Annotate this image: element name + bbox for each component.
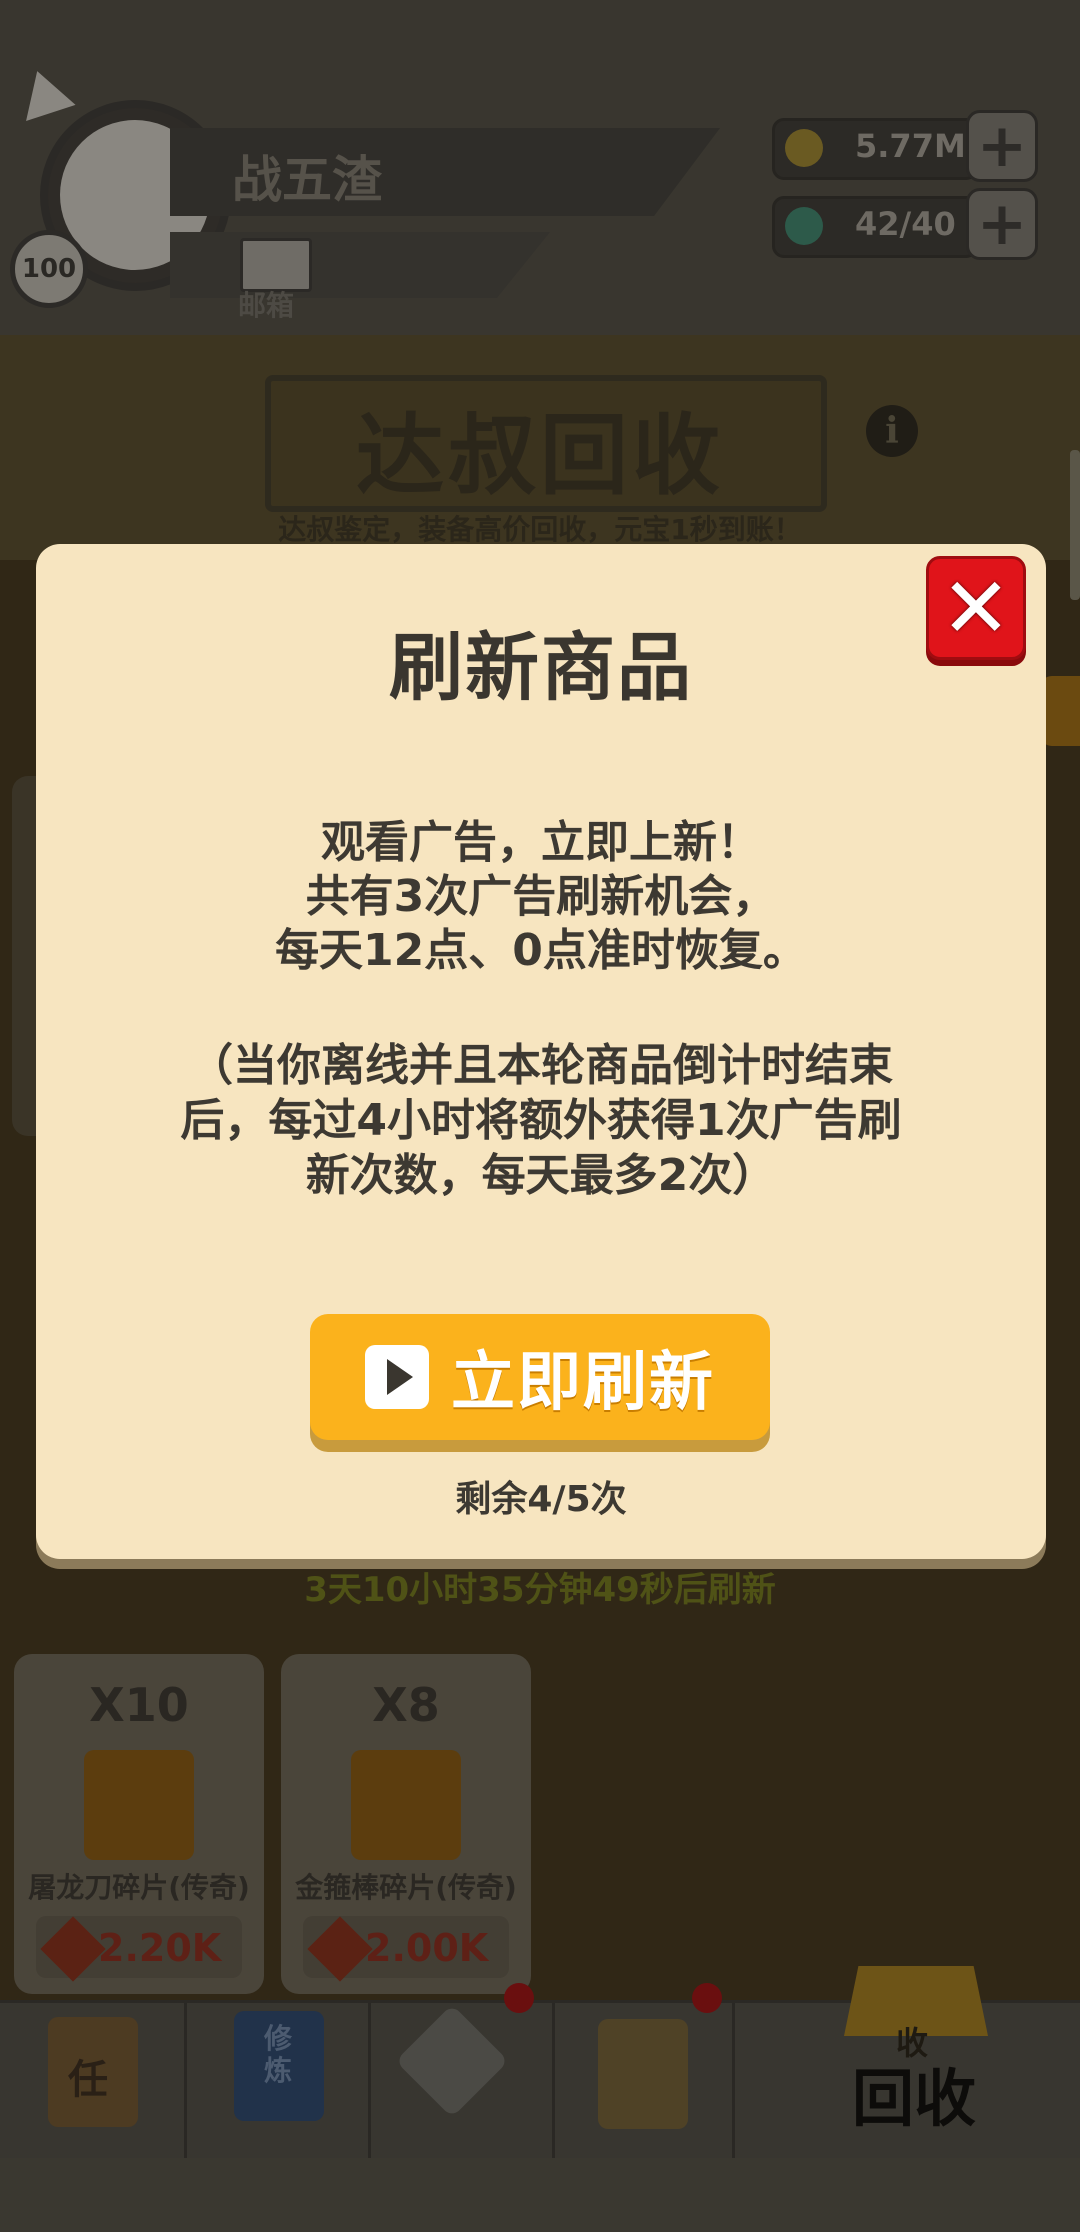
body-line: 共有3次广告刷新机会， <box>305 871 777 922</box>
player-name: 战五渣 <box>232 151 382 209</box>
nav-battle[interactable] <box>368 1983 555 2161</box>
item-count: X10 <box>89 1678 189 1732</box>
coin-value: 5.77M <box>855 127 966 165</box>
recycle-label[interactable]: 回收 <box>852 2048 976 2138</box>
scrollbar[interactable] <box>1070 450 1080 600</box>
banner-subtitle: 达叔鉴定，装备高价回收，元宝1秒到账！ <box>278 513 802 546</box>
system-bar <box>0 2158 1080 2232</box>
add-coins-button[interactable]: + <box>966 110 1038 182</box>
refresh-timer: 3天10小时35分钟49秒后刷新 <box>304 1570 776 1610</box>
refresh-now-button[interactable]: 立即刷新 <box>310 1314 770 1440</box>
price-value: 2.20K <box>98 1926 222 1970</box>
coin-counter: 5.77M <box>772 118 978 180</box>
cultivate-glyph: 修炼 <box>264 2022 293 2087</box>
dialog-title: 刷新商品 <box>389 625 693 711</box>
item-price[interactable]: 2.20K <box>36 1916 242 1982</box>
side-tab[interactable] <box>1040 676 1080 746</box>
gem-counter: 42/40 <box>772 196 978 258</box>
notification-dot <box>504 1983 534 2013</box>
refresh-dialog: 刷新商品 观看广告，立即上新！ 共有3次广告刷新机会， 每天12点、0点准时恢复… <box>36 544 1046 1559</box>
notification-dot <box>692 1983 722 2013</box>
nav-cultivate[interactable]: 修炼 <box>184 2003 371 2161</box>
shop-item-card[interactable]: X10 屠龙刀碎片(传奇) 2.20K <box>14 1654 264 1994</box>
nav-equipment[interactable] <box>552 1983 735 2161</box>
banner-title: 达叔回收 <box>355 404 724 507</box>
dialog-note: （当你离线并且本轮商品倒计时结束 后，每过4小时将额外获得1次广告刷 新次数，每… <box>36 1038 1046 1203</box>
dialog-body: 观看广告，立即上新！ 共有3次广告刷新机会， 每天12点、0点准时恢复。 <box>36 816 1046 978</box>
task-glyph: 任 <box>68 2057 108 2103</box>
shop-item-card[interactable]: X8 金箍棒碎片(传奇) 2.00K <box>281 1654 531 1994</box>
mail-label[interactable]: 邮箱 <box>238 284 294 324</box>
note-line: 后，每过4小时将额外获得1次广告刷 <box>180 1095 902 1146</box>
item-name: 金箍棒碎片(传奇) <box>295 1871 517 1904</box>
item-price[interactable]: 2.00K <box>303 1916 509 1982</box>
item-name: 屠龙刀碎片(传奇) <box>28 1871 250 1904</box>
body-line: 每天12点、0点准时恢复。 <box>275 925 807 976</box>
info-icon[interactable]: i <box>866 405 918 457</box>
nav-task[interactable]: 任 <box>0 2003 187 2161</box>
dragon-sword-fragment-icon <box>84 1750 194 1860</box>
remaining-count: 剩余4/5次 <box>455 1479 627 1520</box>
golden-staff-fragment-icon <box>351 1750 461 1860</box>
ingot-icon <box>307 1916 373 1982</box>
note-line: （当你离线并且本轮商品倒计时结束 <box>189 1040 893 1091</box>
crossed-swords-icon <box>395 2004 509 2118</box>
add-gems-button[interactable]: + <box>966 188 1038 260</box>
close-button[interactable]: ✕ <box>926 556 1026 660</box>
body-line: 观看广告，立即上新！ <box>321 817 761 868</box>
play-icon <box>365 1345 429 1409</box>
ingot-icon <box>40 1916 106 1982</box>
refresh-button-label: 立即刷新 <box>451 1346 715 1420</box>
coin-icon <box>785 129 823 167</box>
gem-value: 42/40 <box>855 205 956 243</box>
item-count: X8 <box>372 1678 440 1732</box>
helmet-icon <box>598 2019 688 2129</box>
close-icon: ✕ <box>940 559 1012 657</box>
note-line: 新次数，每天最多2次） <box>305 1150 777 1201</box>
crown-icon <box>12 63 76 121</box>
price-value: 2.00K <box>365 1926 489 1970</box>
level-badge: 100 <box>10 230 88 308</box>
gem-icon <box>785 207 823 245</box>
mail-plate <box>170 232 550 298</box>
